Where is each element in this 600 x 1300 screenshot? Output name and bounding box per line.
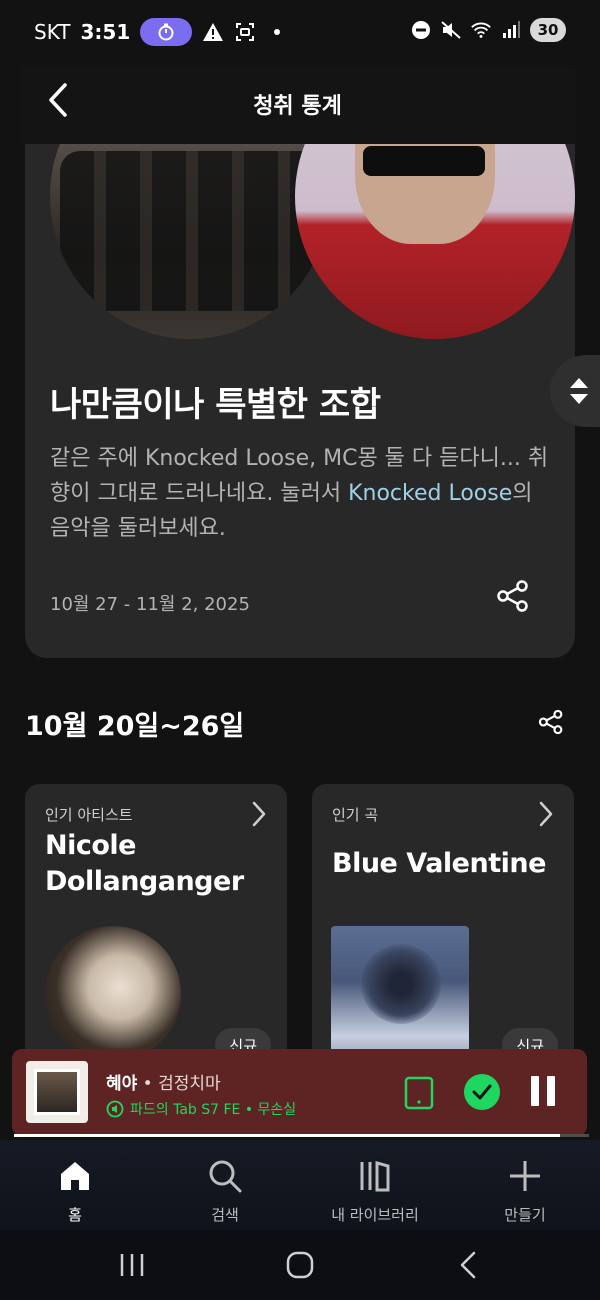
date-range: 10월 27 - 11월 2, 2025 bbox=[50, 594, 250, 615]
nav-label: 만들기 bbox=[504, 1206, 546, 1224]
progress-bar[interactable] bbox=[14, 1134, 561, 1137]
share-button[interactable] bbox=[493, 576, 533, 616]
top-track-name: Blue Valentine bbox=[332, 848, 546, 879]
recents-button[interactable] bbox=[112, 1248, 152, 1282]
screenshot-icon bbox=[234, 21, 256, 43]
home-circle-icon bbox=[286, 1251, 314, 1279]
check-icon bbox=[472, 1084, 492, 1100]
mute-icon bbox=[440, 19, 462, 41]
status-bar: SKT 3:51 30 bbox=[0, 0, 600, 66]
clock: 3:51 bbox=[80, 20, 131, 44]
top-track-tile[interactable]: 인기 곡 Blue Valentine 신규 bbox=[312, 784, 574, 1084]
page-title: 청취 통계 bbox=[253, 94, 342, 119]
stopwatch-icon bbox=[158, 23, 174, 41]
playback-device: 파드의 Tab S7 FE • 무손실 bbox=[106, 1099, 296, 1119]
connect-device-button[interactable] bbox=[404, 1076, 434, 1110]
nav-library[interactable]: 내 라이브러리 bbox=[320, 1156, 430, 1225]
scroll-arrows-icon bbox=[570, 378, 588, 404]
week-share-button[interactable] bbox=[532, 703, 570, 741]
plus-icon bbox=[510, 1161, 540, 1191]
artist-photo bbox=[45, 926, 181, 1062]
carrier-label: SKT bbox=[34, 20, 71, 44]
title-separator: • bbox=[137, 1074, 159, 1094]
card-title: 나만큼이나 특별한 조합 bbox=[50, 385, 381, 425]
nav-create[interactable]: 만들기 bbox=[470, 1156, 580, 1225]
top-artist-tile[interactable]: 인기 아티스트 Nicole Dollanganger 신규 bbox=[25, 784, 287, 1084]
added-to-library-button[interactable] bbox=[464, 1074, 500, 1110]
mini-player[interactable]: 혜야 • 검정치마 파드의 Tab S7 FE • 무손실 bbox=[12, 1049, 587, 1136]
speaker-icon bbox=[106, 1100, 124, 1118]
back-nav-button[interactable] bbox=[448, 1248, 488, 1282]
library-icon bbox=[360, 1161, 390, 1192]
nav-label: 내 라이브러리 bbox=[331, 1206, 419, 1224]
now-playing-title: 혜야 • 검정치마 bbox=[106, 1069, 221, 1094]
now-playing-art bbox=[26, 1061, 88, 1123]
back-arrow-icon bbox=[460, 1251, 476, 1279]
nav-label: 검색 bbox=[211, 1206, 239, 1224]
top-artist-name: Nicole Dollanganger bbox=[45, 830, 244, 897]
track-name: 혜야 bbox=[106, 1074, 138, 1094]
timer-pill bbox=[140, 18, 193, 46]
section-title: 10월 20일~26일 bbox=[25, 711, 245, 742]
pause-button[interactable] bbox=[528, 1076, 558, 1110]
share-icon bbox=[497, 580, 528, 612]
tile-label: 인기 아티스트 bbox=[45, 806, 133, 824]
nav-label: 홈 bbox=[68, 1206, 82, 1224]
tile-label: 인기 곡 bbox=[332, 806, 379, 824]
home-icon bbox=[61, 1162, 89, 1190]
notification-dot-icon bbox=[266, 21, 288, 43]
signal-icon bbox=[500, 19, 522, 41]
page-header: 청취 통계 bbox=[20, 66, 575, 144]
search-icon bbox=[209, 1160, 242, 1193]
warning-icon bbox=[202, 21, 224, 43]
artist-link[interactable]: Knocked Loose bbox=[348, 481, 512, 506]
card-description: 같은 주에 Knocked Loose, MC몽 둘 다 듣다니... 취향이 … bbox=[50, 441, 550, 546]
chevron-right-icon bbox=[534, 800, 558, 828]
feature-card[interactable]: 나만큼이나 특별한 조합 같은 주에 Knocked Loose, MC몽 둘 … bbox=[25, 144, 575, 658]
artist-image-knocked-loose bbox=[50, 144, 330, 339]
pause-icon bbox=[531, 1076, 539, 1106]
wifi-icon bbox=[470, 19, 492, 41]
chevron-right-icon bbox=[247, 800, 271, 828]
tablet-icon bbox=[404, 1076, 434, 1110]
artist-name: 검정치마 bbox=[158, 1074, 221, 1094]
battery-indicator: 30 bbox=[530, 18, 566, 42]
home-button[interactable] bbox=[280, 1248, 320, 1282]
bottom-navigation: 홈 검색 내 라이브러리 만들기 bbox=[0, 1140, 600, 1230]
share-icon bbox=[538, 709, 563, 735]
nav-home[interactable]: 홈 bbox=[20, 1156, 130, 1225]
artist-image-mc-mong bbox=[295, 144, 575, 339]
nav-search[interactable]: 검색 bbox=[170, 1156, 280, 1225]
device-label: 파드의 Tab S7 FE • 무손실 bbox=[130, 1102, 297, 1118]
recents-icon bbox=[120, 1254, 144, 1276]
album-art bbox=[331, 926, 469, 1064]
do-not-disturb-icon bbox=[410, 19, 432, 41]
system-navigation bbox=[0, 1230, 600, 1300]
